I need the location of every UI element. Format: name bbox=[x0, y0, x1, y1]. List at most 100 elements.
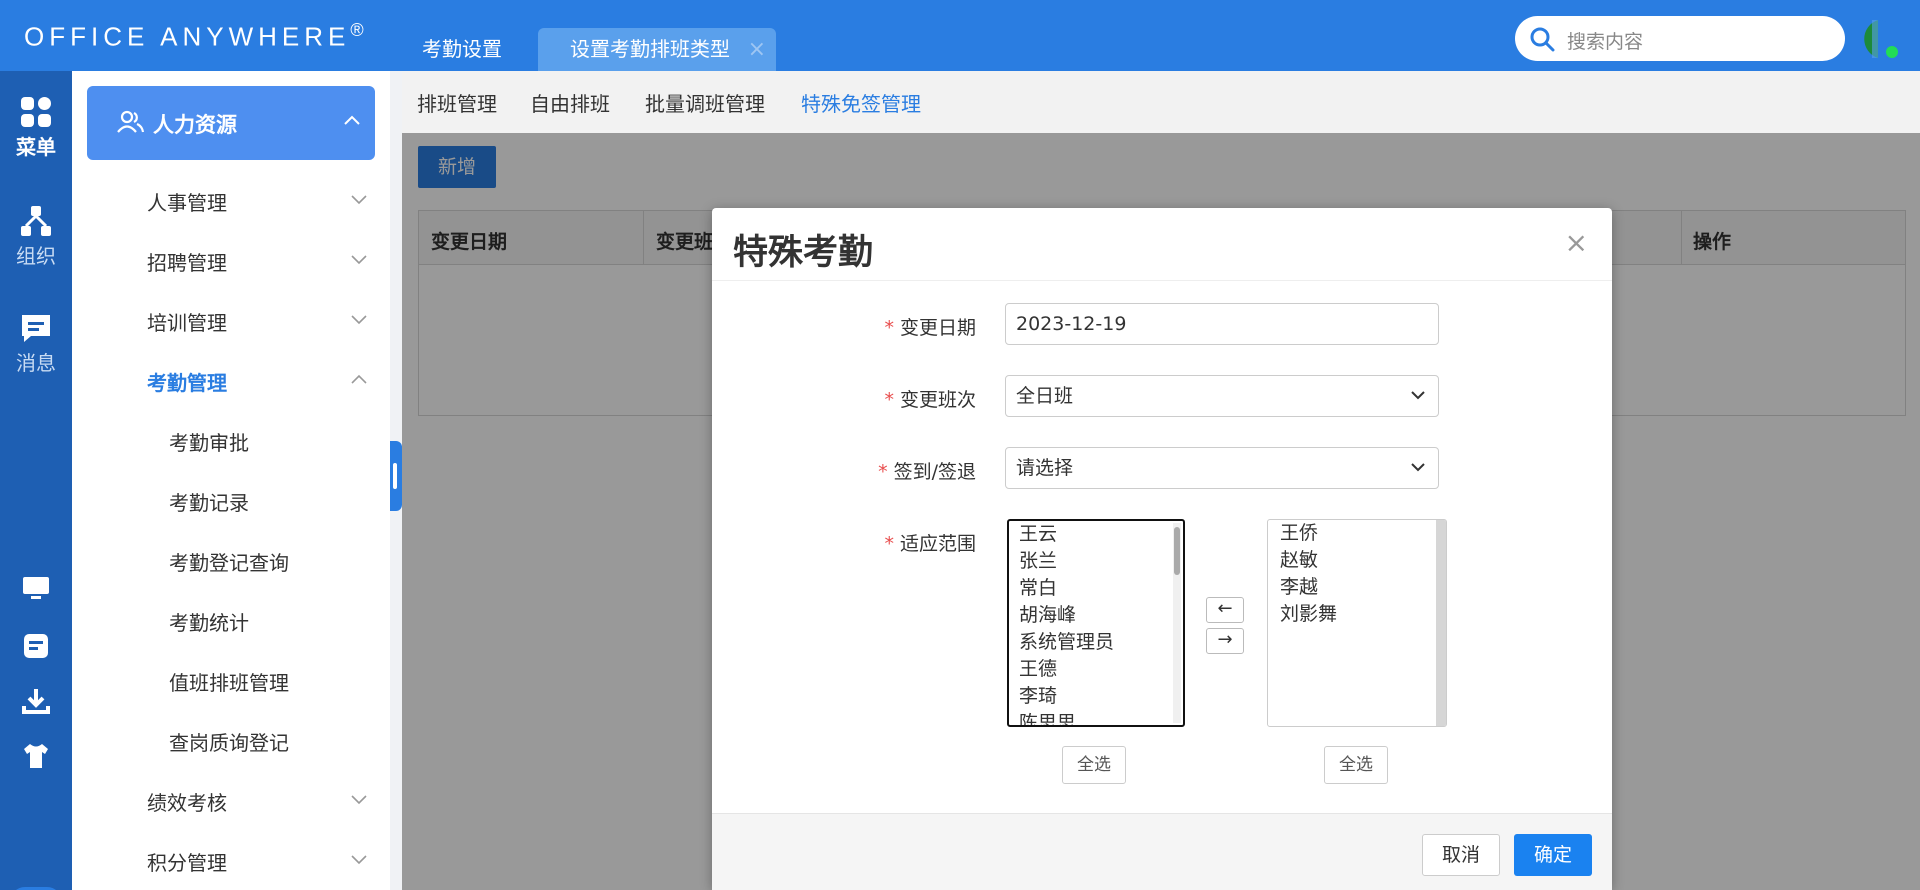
menu-item-label: 人事管理 bbox=[147, 191, 227, 215]
list-item[interactable]: 张兰 bbox=[1009, 548, 1183, 575]
menu-item-post-inspection[interactable]: 查岗质询登记 bbox=[72, 715, 390, 765]
rail-item-monitor[interactable] bbox=[0, 574, 72, 602]
move-right-button[interactable]: → bbox=[1206, 628, 1244, 654]
search-box[interactable]: 搜索内容 bbox=[1515, 16, 1845, 61]
list-item[interactable]: 李琦 bbox=[1009, 683, 1183, 710]
subnav-batch-adjust[interactable]: 批量调班管理 bbox=[645, 88, 765, 117]
field-label-signin: * 签到/签退 bbox=[878, 457, 976, 484]
required-mark: * bbox=[884, 533, 894, 555]
menu-item-label: 考勤登记查询 bbox=[169, 551, 289, 575]
menu-item-points[interactable]: 积分管理 bbox=[72, 835, 390, 885]
search-input[interactable]: 搜索内容 bbox=[1567, 27, 1643, 54]
required-mark: * bbox=[884, 317, 894, 339]
chevron-down-icon bbox=[351, 315, 367, 325]
menu-item-label: 积分管理 bbox=[147, 851, 227, 875]
scrollbar[interactable] bbox=[1436, 520, 1446, 726]
tab-label: 设置考勤排班类型 bbox=[570, 37, 730, 61]
move-left-button[interactable]: ← bbox=[1206, 597, 1244, 623]
menu-item-attendance[interactable]: 考勤管理 bbox=[72, 355, 390, 405]
chevron-down-icon bbox=[351, 255, 367, 265]
signin-select-value: 请选择 bbox=[1016, 457, 1074, 479]
menu-item-recruitment[interactable]: 招聘管理 bbox=[72, 235, 390, 285]
shirt-icon bbox=[24, 744, 48, 768]
field-label-text: 变更班次 bbox=[899, 389, 976, 411]
shift-select[interactable]: 全日班 bbox=[1005, 375, 1439, 417]
scrollbar[interactable] bbox=[1173, 523, 1181, 723]
menu-item-training[interactable]: 培训管理 bbox=[72, 295, 390, 345]
menu-group-hr[interactable]: 人力资源 bbox=[87, 86, 375, 160]
chevron-up-icon bbox=[351, 374, 367, 384]
close-icon[interactable]: × bbox=[1565, 226, 1588, 259]
list-item[interactable]: 李越 bbox=[1268, 574, 1446, 601]
registered-mark: ® bbox=[350, 20, 364, 40]
rail-item-notes[interactable] bbox=[0, 631, 72, 661]
grid-icon bbox=[21, 97, 51, 127]
field-label-text: 适应范围 bbox=[899, 533, 976, 555]
sidebar-collapse-handle[interactable] bbox=[390, 441, 402, 511]
menu-group-label: 人力资源 bbox=[153, 113, 237, 137]
list-item[interactable]: 赵敏 bbox=[1268, 547, 1446, 574]
field-label-text: 签到/签退 bbox=[893, 461, 976, 483]
note-icon bbox=[24, 634, 48, 658]
rail-item-download[interactable] bbox=[0, 686, 72, 716]
rail-item-messages[interactable]: 消息 bbox=[0, 311, 72, 376]
brand-logo-text: Office Anywhere bbox=[24, 21, 351, 52]
rail-label: 组织 bbox=[16, 244, 56, 268]
menu-item-attendance-stats[interactable]: 考勤统计 bbox=[72, 595, 390, 645]
avatar-icon[interactable] bbox=[1856, 18, 1900, 60]
menu-item-label: 查岗质询登记 bbox=[169, 731, 289, 755]
subnav-special-exemption[interactable]: 特殊免签管理 bbox=[801, 88, 921, 117]
select-all-right-button[interactable]: 全选 bbox=[1324, 746, 1388, 784]
tab-shift-type-settings[interactable]: 设置考勤排班类型 × bbox=[538, 28, 776, 71]
required-mark: * bbox=[878, 461, 888, 483]
tab-label: 考勤设置 bbox=[422, 37, 502, 61]
select-all-left-button[interactable]: 全选 bbox=[1062, 746, 1126, 784]
download-icon bbox=[22, 689, 50, 714]
menu-item-label: 绩效考核 bbox=[147, 791, 227, 815]
list-item[interactable]: 王德 bbox=[1009, 656, 1183, 683]
menu-item-attendance-records[interactable]: 考勤记录 bbox=[72, 475, 390, 525]
users-icon bbox=[117, 110, 145, 133]
signin-select[interactable]: 请选择 bbox=[1005, 447, 1439, 489]
rail-item-skin[interactable] bbox=[0, 741, 72, 771]
list-item[interactable]: 陈思思 bbox=[1009, 710, 1183, 725]
selected-users-list[interactable]: 王侨 赵敏 李越 刘影舞 bbox=[1267, 519, 1447, 727]
subnav-free-shift[interactable]: 自由排班 bbox=[530, 88, 610, 117]
cancel-button[interactable]: 取消 bbox=[1422, 834, 1500, 876]
list-item[interactable]: 常白 bbox=[1009, 575, 1183, 602]
available-users-list[interactable]: 王云 张兰 常白 胡海峰 系统管理员 王德 李琦 陈思思 bbox=[1007, 519, 1185, 727]
chevron-down-icon bbox=[351, 855, 367, 865]
menu-item-duty-shift[interactable]: 值班排班管理 bbox=[72, 655, 390, 705]
rail-item-menu[interactable]: 菜单 bbox=[0, 95, 72, 160]
monitor-icon bbox=[23, 577, 49, 599]
tab-attendance-settings[interactable]: 考勤设置 bbox=[418, 28, 506, 71]
rail-item-org[interactable]: 组织 bbox=[0, 204, 72, 269]
message-icon bbox=[22, 315, 50, 342]
icon-rail: 菜单 组织 消息 bbox=[0, 71, 72, 890]
shift-select-value: 全日班 bbox=[1016, 385, 1074, 407]
tab-close-icon[interactable]: × bbox=[748, 28, 766, 71]
scrollbar-thumb[interactable] bbox=[1174, 527, 1180, 575]
list-item[interactable]: 王侨 bbox=[1268, 520, 1446, 547]
menu-item-attendance-query[interactable]: 考勤登记查询 bbox=[72, 535, 390, 585]
brand-logo: Office Anywhere® bbox=[24, 20, 364, 53]
subnav-shift-management[interactable]: 排班管理 bbox=[417, 88, 497, 117]
list-item[interactable]: 胡海峰 bbox=[1009, 602, 1183, 629]
divider bbox=[712, 280, 1612, 281]
sub-navigation: 排班管理 自由排班 批量调班管理 特殊免签管理 bbox=[402, 71, 1920, 133]
menu-item-personnel[interactable]: 人事管理 bbox=[72, 175, 390, 225]
confirm-button[interactable]: 确定 bbox=[1514, 834, 1592, 876]
menu-item-attendance-approval[interactable]: 考勤审批 bbox=[72, 415, 390, 465]
list-item[interactable]: 系统管理员 bbox=[1009, 629, 1183, 656]
menu-item-label: 考勤记录 bbox=[169, 491, 249, 515]
menu-item-label: 培训管理 bbox=[147, 311, 227, 335]
chevron-down-icon bbox=[1411, 463, 1425, 472]
list-item[interactable]: 王云 bbox=[1009, 521, 1183, 548]
dialog-footer: 取消 确定 bbox=[712, 813, 1612, 890]
date-input[interactable]: 2023-12-19 bbox=[1005, 303, 1439, 345]
field-label-shift: * 变更班次 bbox=[884, 385, 976, 412]
special-attendance-dialog: 特殊考勤 × * 变更日期 2023-12-19 * 变更班次 全日班 * 签到/签退… bbox=[712, 208, 1612, 890]
menu-item-performance[interactable]: 绩效考核 bbox=[72, 775, 390, 825]
chevron-down-icon bbox=[351, 795, 367, 805]
list-item[interactable]: 刘影舞 bbox=[1268, 601, 1446, 628]
